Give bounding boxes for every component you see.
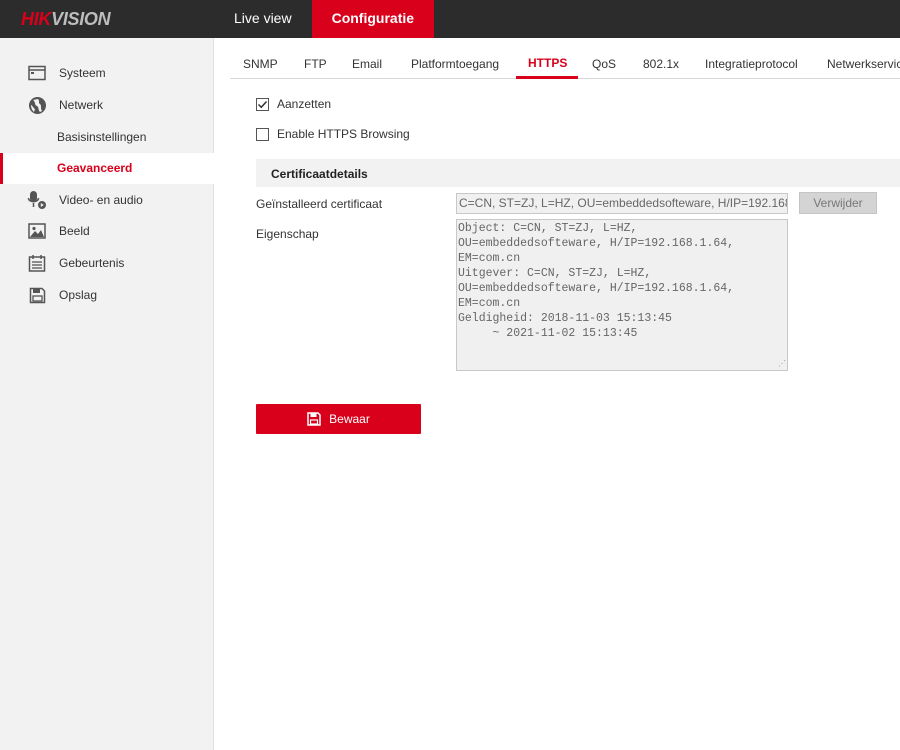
sidebar-item-gebeurtenis[interactable]: Gebeurtenis: [0, 248, 214, 278]
globe-icon: [27, 95, 47, 115]
https-browsing-label: Enable HTTPS Browsing: [277, 127, 410, 141]
sidebar-subitem-basisinstellingen[interactable]: Basisinstellingen: [0, 122, 214, 153]
tab-email[interactable]: Email: [352, 57, 382, 71]
property-label: Eigenschap: [256, 227, 319, 241]
certificate-details-header: Certificaatdetails: [256, 159, 900, 187]
active-tab-indicator: [516, 76, 578, 79]
resize-grip-icon[interactable]: ⋰: [778, 361, 786, 369]
certificate-property-text: Object: C=CN, ST=ZJ, L=HZ, OU=embeddedso…: [458, 222, 735, 340]
sidebar-subitem-label: Basisinstellingen: [57, 130, 147, 144]
sidebar-item-label: Gebeurtenis: [59, 256, 125, 270]
sidebar-subitem-geavanceerd[interactable]: Geavanceerd: [0, 153, 214, 184]
certificate-property-textarea[interactable]: Object: C=CN, ST=ZJ, L=HZ, OU=embeddedso…: [456, 219, 788, 371]
top-bar: HIKVISION Live view Configuratie: [0, 0, 900, 38]
enable-checkbox[interactable]: [256, 97, 269, 111]
checkmark-icon: [257, 100, 268, 108]
https-browsing-row: Enable HTTPS Browsing: [256, 127, 410, 141]
monitor-icon: [27, 63, 47, 83]
sidebar-item-label: Systeem: [59, 66, 106, 80]
logo-text-hik: HIK: [21, 9, 52, 29]
sidebar-item-netwerk[interactable]: Netwerk: [0, 90, 214, 120]
hikvision-logo: HIKVISION: [21, 9, 111, 30]
sidebar-item-label: Video- en audio: [59, 193, 143, 207]
save-icon: [307, 412, 321, 426]
storage-icon: [27, 285, 47, 305]
tab-integratieprotocol[interactable]: Integratieprotocol: [705, 57, 798, 71]
sidebar-item-label: Netwerk: [59, 98, 104, 112]
logo-text-vision: VISION: [51, 9, 111, 29]
image-icon: [27, 221, 47, 241]
save-button[interactable]: Bewaar: [256, 404, 421, 434]
delete-button[interactable]: Verwijder: [799, 192, 877, 214]
microphone-icon: [27, 190, 47, 210]
top-navigation: Live view Configuratie: [214, 0, 435, 38]
tab-netwerkservice[interactable]: Netwerkservice: [827, 57, 900, 71]
https-browsing-checkbox[interactable]: [256, 127, 269, 141]
tab-snmp[interactable]: SNMP: [243, 57, 278, 71]
tab-platformtoegang[interactable]: Platformtoegang: [411, 57, 499, 71]
section-title: Certificaatdetails: [271, 167, 368, 181]
sidebar-subitem-label: Geavanceerd: [57, 161, 133, 175]
installed-certificate-label: Geïnstalleerd certificaat: [256, 197, 383, 211]
calendar-icon: [27, 253, 47, 273]
tab-https[interactable]: HTTPS: [528, 56, 567, 70]
sidebar-item-systeem[interactable]: Systeem: [0, 58, 214, 88]
tab-8021x[interactable]: 802.1x: [643, 57, 679, 71]
tab-live-view[interactable]: Live view: [214, 0, 312, 38]
tab-ftp[interactable]: FTP: [304, 57, 327, 71]
tab-configuration[interactable]: Configuratie: [311, 0, 435, 38]
sidebar-item-video-audio[interactable]: Video- en audio: [0, 185, 214, 215]
enable-label: Aanzetten: [277, 97, 332, 111]
sidebar-item-label: Opslag: [59, 288, 98, 302]
sidebar-item-opslag[interactable]: Opslag: [0, 280, 214, 310]
sidebar-item-label: Beeld: [59, 224, 90, 238]
sidebar-item-beeld[interactable]: Beeld: [0, 216, 214, 246]
enable-row: Aanzetten: [256, 97, 331, 111]
installed-certificate-field[interactable]: C=CN, ST=ZJ, L=HZ, OU=embeddedsofteware,…: [456, 193, 788, 214]
tab-qos[interactable]: QoS: [592, 57, 616, 71]
save-label: Bewaar: [329, 412, 370, 426]
